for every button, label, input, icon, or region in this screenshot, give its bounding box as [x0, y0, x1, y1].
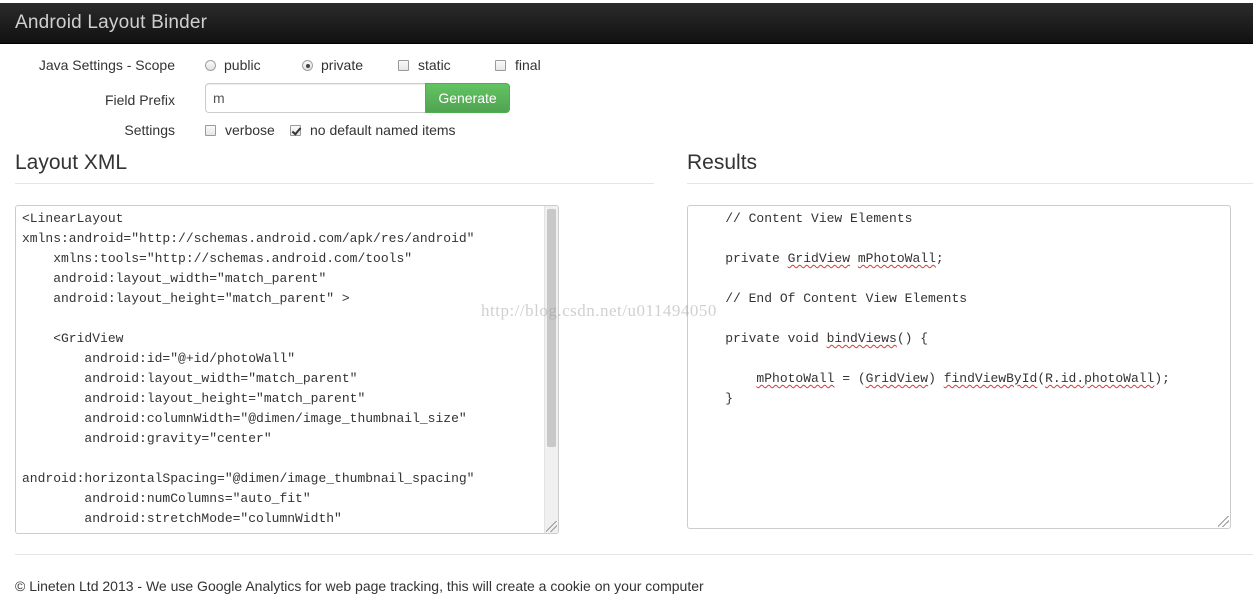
results-line — [694, 229, 1224, 249]
layout-xml-content: <LinearLayout xmlns:android="http://sche… — [22, 211, 475, 526]
results-token-flagged: mPhotoWall — [857, 251, 936, 266]
scope-row: Java Settings - Scope public private sta… — [0, 53, 700, 79]
results-token: ) — [928, 371, 944, 386]
settings-label: Settings — [124, 122, 175, 138]
results-token: // End Of Content View Elements — [694, 291, 968, 306]
results-line: // Content View Elements — [694, 209, 1224, 229]
layout-xml-scrollbar[interactable] — [544, 206, 558, 533]
field-prefix-input[interactable] — [205, 83, 427, 113]
results-line: mPhotoWall = (GridView) findViewById(R.i… — [694, 369, 1224, 389]
layout-xml-title: Layout XML — [15, 151, 128, 174]
scope-public-label: public — [224, 57, 261, 73]
verbose-option[interactable]: verbose — [205, 122, 275, 138]
no-default-named-label: no default named items — [310, 122, 456, 138]
results-line — [694, 349, 1224, 369]
results-token: private — [694, 251, 788, 266]
results-divider — [687, 183, 1253, 184]
results-line: private void bindViews() { — [694, 329, 1224, 349]
prefix-label: Field Prefix — [104, 92, 175, 108]
settings-row: Settings verbose no default named items — [0, 118, 700, 144]
layout-xml-textarea[interactable]: <LinearLayout xmlns:android="http://sche… — [15, 205, 559, 534]
results-token — [694, 371, 756, 386]
results-token-flagged: bindViews — [826, 331, 897, 346]
results-token: ( — [1037, 371, 1046, 386]
top-navbar: Android Layout Binder — [0, 3, 1253, 44]
static-checkbox[interactable] — [398, 60, 409, 71]
scope-private-radio[interactable] — [302, 60, 313, 71]
results-line: // End Of Content View Elements — [694, 289, 1224, 309]
results-token-flagged: findViewById — [943, 371, 1038, 386]
scope-public-radio[interactable] — [205, 60, 216, 71]
layout-xml-divider — [15, 183, 654, 184]
results-line: private GridView mPhotoWall; — [694, 249, 1224, 269]
results-token: = ( — [834, 371, 866, 386]
results-line — [694, 269, 1224, 289]
scope-private-label: private — [321, 57, 364, 73]
results-line: } — [694, 389, 1224, 409]
watermark: http://blog.csdn.net/u011494050 — [481, 301, 717, 320]
verbose-label: verbose — [225, 122, 275, 138]
results-token-flagged: GridView — [787, 251, 851, 266]
footer-text: © Lineten Ltd 2013 - We use Google Analy… — [15, 578, 704, 594]
results-token — [850, 251, 858, 266]
no-default-named-checkbox[interactable] — [290, 125, 301, 136]
results-line — [694, 309, 1224, 329]
results-textarea[interactable]: // Content View Elements private GridVie… — [687, 205, 1231, 529]
results-token: ; — [935, 251, 944, 266]
layout-xml-scroll-thumb[interactable] — [547, 209, 556, 447]
layout-xml-resize-grip-icon[interactable] — [546, 521, 557, 532]
app-title[interactable]: Android Layout Binder — [15, 12, 207, 34]
results-token: ); — [1154, 371, 1170, 386]
scope-public-option[interactable]: public — [205, 57, 261, 73]
final-label: final — [515, 57, 541, 73]
results-title: Results — [687, 151, 758, 174]
footer-divider — [15, 554, 1253, 555]
results-content: // Content View Elements private GridVie… — [688, 206, 1230, 412]
verbose-checkbox[interactable] — [205, 125, 216, 136]
scope-label: Java Settings - Scope — [38, 57, 175, 73]
scope-private-option[interactable]: private — [302, 57, 363, 73]
results-token: } — [694, 391, 734, 406]
results-token-flagged: R.id.photoWall — [1045, 371, 1155, 386]
generate-button[interactable]: Generate — [425, 83, 510, 113]
results-token: () { — [896, 331, 929, 346]
no-default-named-option[interactable]: no default named items — [290, 122, 456, 138]
static-option[interactable]: static — [398, 57, 451, 73]
results-token-flagged: GridView — [865, 371, 929, 386]
final-option[interactable]: final — [495, 57, 541, 73]
results-token-flagged: mPhotoWall — [756, 371, 835, 386]
static-label: static — [418, 57, 451, 73]
results-resize-grip-icon[interactable] — [1218, 516, 1229, 527]
results-token: private void — [694, 331, 827, 346]
results-token: // Content View Elements — [694, 211, 913, 226]
final-checkbox[interactable] — [495, 60, 506, 71]
